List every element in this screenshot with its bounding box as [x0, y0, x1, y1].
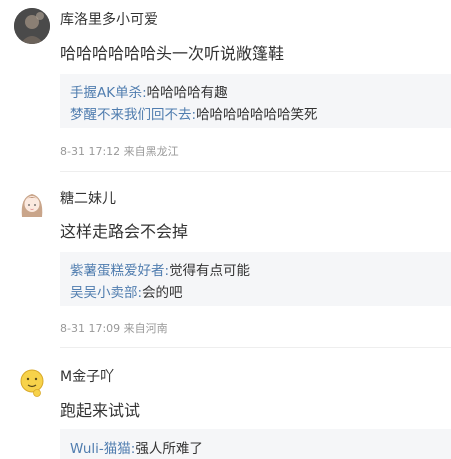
comment-meta: 8-31 17:09 来自河南 — [60, 322, 168, 335]
divider — [60, 171, 451, 172]
user-avatar[interactable] — [14, 363, 50, 399]
user-avatar[interactable] — [14, 187, 50, 223]
reply-text: 哈哈哈哈有趣 — [146, 85, 228, 101]
reply-list: Wuli-猫猫:强人所难了 — [60, 429, 451, 459]
reply-item: 手握AK单杀:哈哈哈哈有趣 — [70, 85, 228, 101]
user-avatar[interactable] — [14, 8, 50, 44]
reply-username[interactable]: 紫薯蛋糕爱好者 — [70, 263, 165, 279]
reply-username[interactable]: 梦醒不来我们回不去 — [70, 107, 192, 123]
reply-item: 紫薯蛋糕爱好者:觉得有点可能 — [70, 263, 251, 279]
reply-item: 梦醒不来我们回不去:哈哈哈哈哈哈哈笑死 — [70, 107, 318, 123]
emoji-avatar-icon — [14, 363, 50, 399]
reply-username[interactable]: 手握AK单杀 — [70, 85, 142, 101]
reply-username[interactable]: 吴吴小卖部 — [70, 285, 138, 301]
comment-username[interactable]: M金子吖 — [60, 366, 114, 386]
comment-username[interactable]: 库洛里多小可爱 — [60, 9, 158, 29]
reply-text: 会的吧 — [142, 285, 183, 301]
reply-list: 手握AK单杀:哈哈哈哈有趣 梦醒不来我们回不去:哈哈哈哈哈哈哈笑死 — [60, 74, 451, 128]
reply-text: 哈哈哈哈哈哈哈笑死 — [196, 107, 318, 123]
comment-meta: 8-31 17:12 来自黑龙江 — [60, 145, 179, 158]
reply-text: 觉得有点可能 — [169, 263, 251, 279]
reply-item: Wuli-猫猫:强人所难了 — [70, 441, 203, 457]
divider — [60, 347, 451, 348]
reply-list: 紫薯蛋糕爱好者:觉得有点可能 吴吴小卖部:会的吧 — [60, 252, 451, 306]
reply-text: 强人所难了 — [135, 441, 203, 457]
comment-text: 跑起来试试 — [60, 401, 141, 420]
comment-text: 这样走路会不会掉 — [60, 222, 189, 241]
girl-avatar-icon — [14, 187, 50, 223]
reply-item: 吴吴小卖部:会的吧 — [70, 285, 183, 301]
comment-username[interactable]: 糖二妹儿 — [60, 188, 116, 208]
comment-text: 哈哈哈哈哈哈头一次听说敞篷鞋 — [60, 44, 285, 63]
reply-username[interactable]: Wuli-猫猫 — [70, 441, 131, 457]
avatar-photo-icon — [14, 8, 50, 44]
